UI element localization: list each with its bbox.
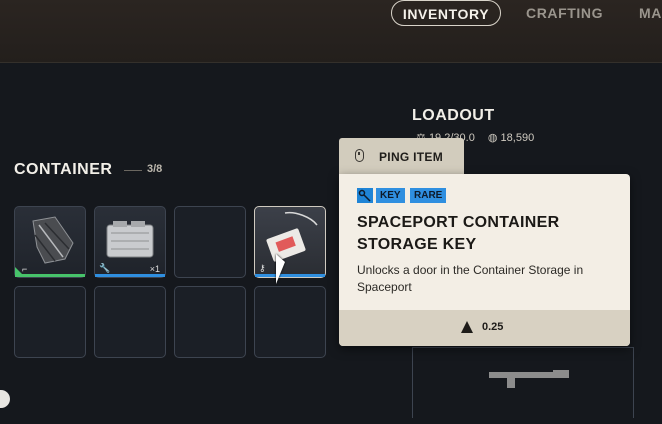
container-slot-1[interactable]: ⌐ xyxy=(14,206,86,278)
mouse-icon xyxy=(355,149,364,162)
item-weight: 0.25 xyxy=(482,321,504,333)
rarity-bar xyxy=(15,274,85,277)
credits-icon: ◍ xyxy=(487,132,498,144)
item-description: Unlocks a door in the Container Storage … xyxy=(357,263,584,294)
tag-key: KEY xyxy=(376,188,405,203)
prompt-button-icon xyxy=(0,390,10,408)
container-slot-3[interactable] xyxy=(174,206,246,278)
container-slot-2[interactable]: 🔧 ×1 xyxy=(94,206,166,278)
container-title: CONTAINER xyxy=(14,161,113,178)
key-icon: ⚷ xyxy=(259,263,266,273)
ping-item-button[interactable]: PING ITEM xyxy=(339,138,464,174)
tooltip-footer: 0.25 xyxy=(339,310,630,346)
item-tooltip: KEY RARE SPACEPORT CONTAINER STORAGE KEY… xyxy=(339,174,630,346)
loadout-title: LOADOUT xyxy=(412,107,495,124)
container-slot-7[interactable] xyxy=(174,286,246,358)
tab-map[interactable]: MA xyxy=(639,0,662,26)
tab-crafting[interactable]: CRAFTING xyxy=(526,0,603,26)
item-title: SPACEPORT CONTAINER STORAGE KEY xyxy=(357,214,560,253)
weight-icon xyxy=(461,321,473,333)
wrench-icon: 🔧 xyxy=(99,263,111,273)
container-slot-5[interactable] xyxy=(14,286,86,358)
ping-item-label: PING ITEM xyxy=(379,150,444,164)
gun-icon: ⌐ xyxy=(22,264,28,274)
loadout-weapon-slot[interactable] xyxy=(412,347,634,418)
item-quantity: ×1 xyxy=(149,264,160,274)
rarity-bar xyxy=(255,274,325,277)
key-card-item xyxy=(266,211,318,262)
container-slot-4[interactable]: ⚷ xyxy=(254,206,326,278)
loadout-credits: 18,590 xyxy=(500,132,535,144)
container-count: 3/8 xyxy=(147,163,163,175)
mouse-cursor-icon xyxy=(276,254,285,284)
rarity-bar xyxy=(95,274,165,277)
tag-rare: RARE xyxy=(410,188,447,203)
rifle-item xyxy=(489,370,569,388)
container-slot-8[interactable] xyxy=(254,286,326,358)
top-nav-bar: INVENTORY CRAFTING MA xyxy=(0,0,662,63)
tab-inventory[interactable]: INVENTORY xyxy=(391,0,501,26)
divider xyxy=(124,170,142,171)
key-icon xyxy=(357,188,373,203)
container-slot-6[interactable] xyxy=(94,286,166,358)
